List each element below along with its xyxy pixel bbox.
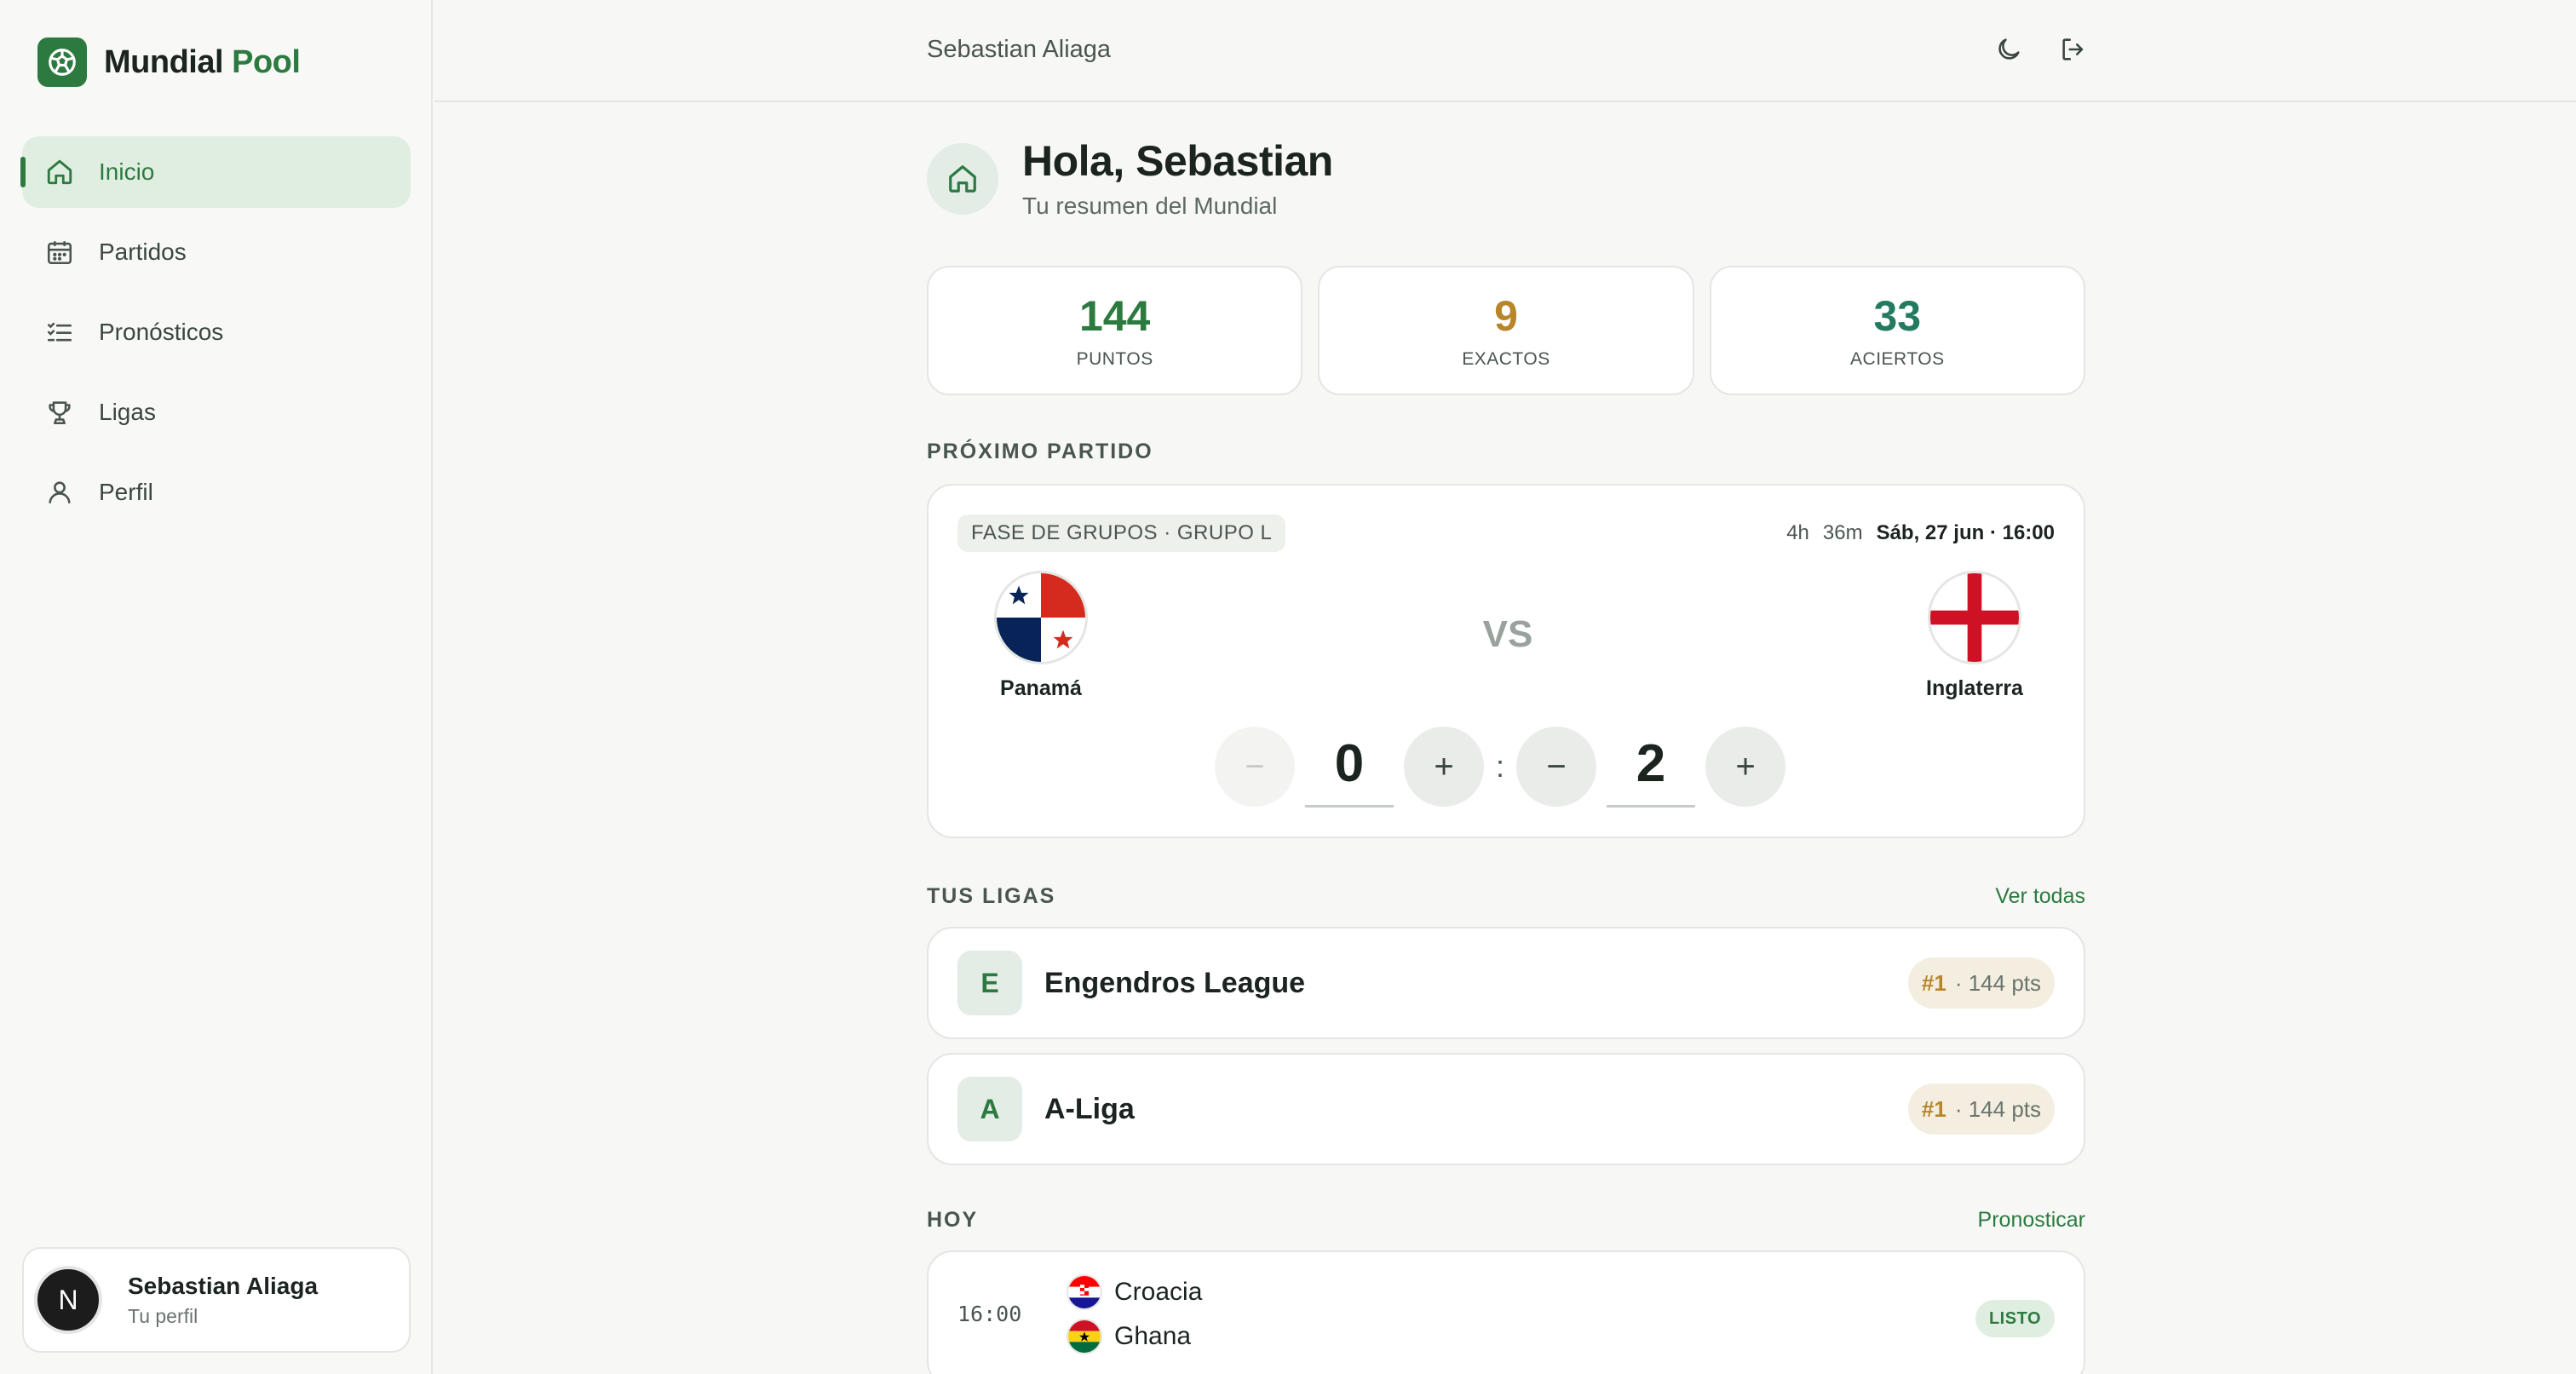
away-team-name: Inglaterra (1926, 676, 2023, 700)
stats-row: 144 PUNTOS 9 EXACTOS 33 ACIERTOS (927, 266, 2085, 395)
user-meta: Sebastian Aliaga Tu perfil (128, 1273, 318, 1328)
today-away-team: Ghana (1067, 1319, 1191, 1354)
theme-toggle-button[interactable] (1990, 32, 2027, 70)
leagues-section-title: TUS LIGAS (927, 884, 1056, 908)
countdown-minutes: 36m (1822, 521, 1863, 544)
home-team-name: Panamá (1000, 676, 1082, 700)
league-rank-position: #1 (1921, 969, 1946, 996)
greeting-text: Hola, Sebastian Tu resumen del Mundial (1022, 136, 1333, 220)
league-name: A-Liga (1044, 1092, 1135, 1125)
nav-label: Pronósticos (99, 319, 224, 345)
england-flag-icon (1928, 571, 2021, 664)
user-subtitle: Tu perfil (128, 1304, 198, 1327)
page-title: Hola, Sebastian (1022, 137, 1333, 185)
today-away-team-name: Ghana (1114, 1322, 1192, 1350)
ver-todas-link[interactable]: Ver todas (1995, 884, 2085, 909)
league-avatar: A (957, 1077, 1022, 1141)
logout-icon (2059, 35, 2088, 68)
nav-label: Perfil (99, 479, 153, 505)
ghana-flag-icon (1067, 1319, 1102, 1354)
calendar-icon (44, 237, 75, 267)
nav-label: Ligas (99, 399, 156, 425)
nav-label: Inicio (99, 158, 155, 185)
stat-label: ACIERTOS (1850, 349, 1945, 369)
stat-exactos: 9 EXACTOS (1318, 266, 1694, 395)
topbar: Sebastian Aliaga (434, 0, 2576, 102)
league-rank-badge: #1 · 144 pts (1907, 1084, 2055, 1135)
stat-label: EXACTOS (1462, 349, 1550, 369)
home-score-decrement-button[interactable]: − (1215, 727, 1295, 807)
user-icon (44, 477, 75, 508)
score-input-row: − 0 + : − 2 + (1215, 726, 1786, 808)
greeting: Hola, Sebastian Tu resumen del Mundial (927, 136, 1333, 220)
league-avatar: E (957, 951, 1022, 1015)
league-item[interactable]: A A-Liga #1 · 144 pts (927, 1053, 2085, 1165)
main-nav: Inicio Partidos Pronósticos Ligas Perfil (20, 136, 411, 537)
sidebar-user-card[interactable]: N Sebastian Aliaga Tu perfil (22, 1247, 411, 1353)
today-home-team: Croacia (1067, 1274, 1202, 1310)
pronosticar-link[interactable]: Pronosticar (1978, 1208, 2085, 1233)
away-score-increment-button[interactable]: + (1705, 727, 1786, 807)
league-rank-badge: #1 · 144 pts (1907, 957, 2055, 1009)
league-rank-points: · 144 pts (1954, 1095, 2041, 1122)
away-score-decrement-button[interactable]: − (1516, 727, 1597, 807)
checklist-icon (44, 317, 75, 348)
brand-name-primary: Mundial (104, 43, 224, 80)
league-rank-points: · 144 pts (1954, 969, 2041, 996)
trophy-icon (44, 397, 75, 428)
sidebar: Mundial Pool Inicio Partidos Pronósticos… (0, 0, 433, 1374)
today-section-title: HOY (927, 1208, 979, 1232)
logout-button[interactable] (2055, 32, 2092, 70)
nav-item-perfil[interactable]: Perfil (22, 457, 411, 528)
stat-label: PUNTOS (1076, 349, 1153, 369)
status-badge: LISTO (1975, 1300, 2055, 1337)
stat-value: 33 (1873, 292, 1922, 340)
home-icon (927, 143, 998, 215)
stat-value: 9 (1494, 292, 1518, 340)
match-time: 4h 36m Sáb, 27 jun · 16:00 (1786, 521, 2055, 545)
countdown-hours: 4h (1786, 521, 1809, 544)
croatia-flag-icon (1067, 1274, 1102, 1310)
nav-item-inicio[interactable]: Inicio (20, 136, 411, 208)
stat-puntos: 144 PUNTOS (927, 266, 1303, 395)
league-item[interactable]: E Engendros League #1 · 144 pts (927, 927, 2085, 1039)
phase-badge: FASE DE GRUPOS · GRUPO L (957, 515, 1286, 552)
stat-aciertos: 33 ACIERTOS (1709, 266, 2085, 395)
topbar-user-name: Sebastian Aliaga (927, 36, 1112, 63)
nav-item-ligas[interactable]: Ligas (22, 377, 411, 448)
soccer-ball-icon (37, 37, 87, 87)
next-match-section-title: PRÓXIMO PARTIDO (927, 440, 1153, 463)
league-name: Engendros League (1044, 966, 1306, 999)
next-match-card: FASE DE GRUPOS · GRUPO L 4h 36m Sáb, 27 … (927, 484, 2085, 838)
avatar: N (34, 1266, 102, 1334)
brand-name-accent: Pool (232, 43, 301, 80)
home-score-increment-button[interactable]: + (1404, 727, 1484, 807)
away-score-input[interactable]: 2 (1607, 726, 1696, 808)
nav-label: Partidos (99, 239, 187, 265)
user-name: Sebastian Aliaga (128, 1272, 319, 1299)
score-separator: : (1496, 749, 1505, 784)
home-score-input[interactable]: 0 (1305, 726, 1394, 808)
today-match-time: 16:00 (957, 1302, 1022, 1326)
today-match-card[interactable]: 16:00 Croacia Ghana LISTO (927, 1250, 2085, 1374)
stat-value: 144 (1078, 292, 1151, 340)
brand-name: Mundial Pool (104, 43, 301, 81)
match-datetime: Sáb, 27 jun · 16:00 (1876, 521, 2055, 544)
nav-item-partidos[interactable]: Partidos (22, 216, 411, 288)
nav-item-pronosticos[interactable]: Pronósticos (22, 296, 411, 368)
brand[interactable]: Mundial Pool (37, 37, 301, 87)
league-rank-position: #1 (1921, 1095, 1946, 1122)
page-subtitle: Tu resumen del Mundial (1022, 193, 1278, 219)
moon-icon (1994, 35, 2023, 68)
away-team: Inglaterra (1889, 571, 2060, 701)
today-home-team-name: Croacia (1114, 1278, 1203, 1306)
home-icon (44, 157, 75, 187)
